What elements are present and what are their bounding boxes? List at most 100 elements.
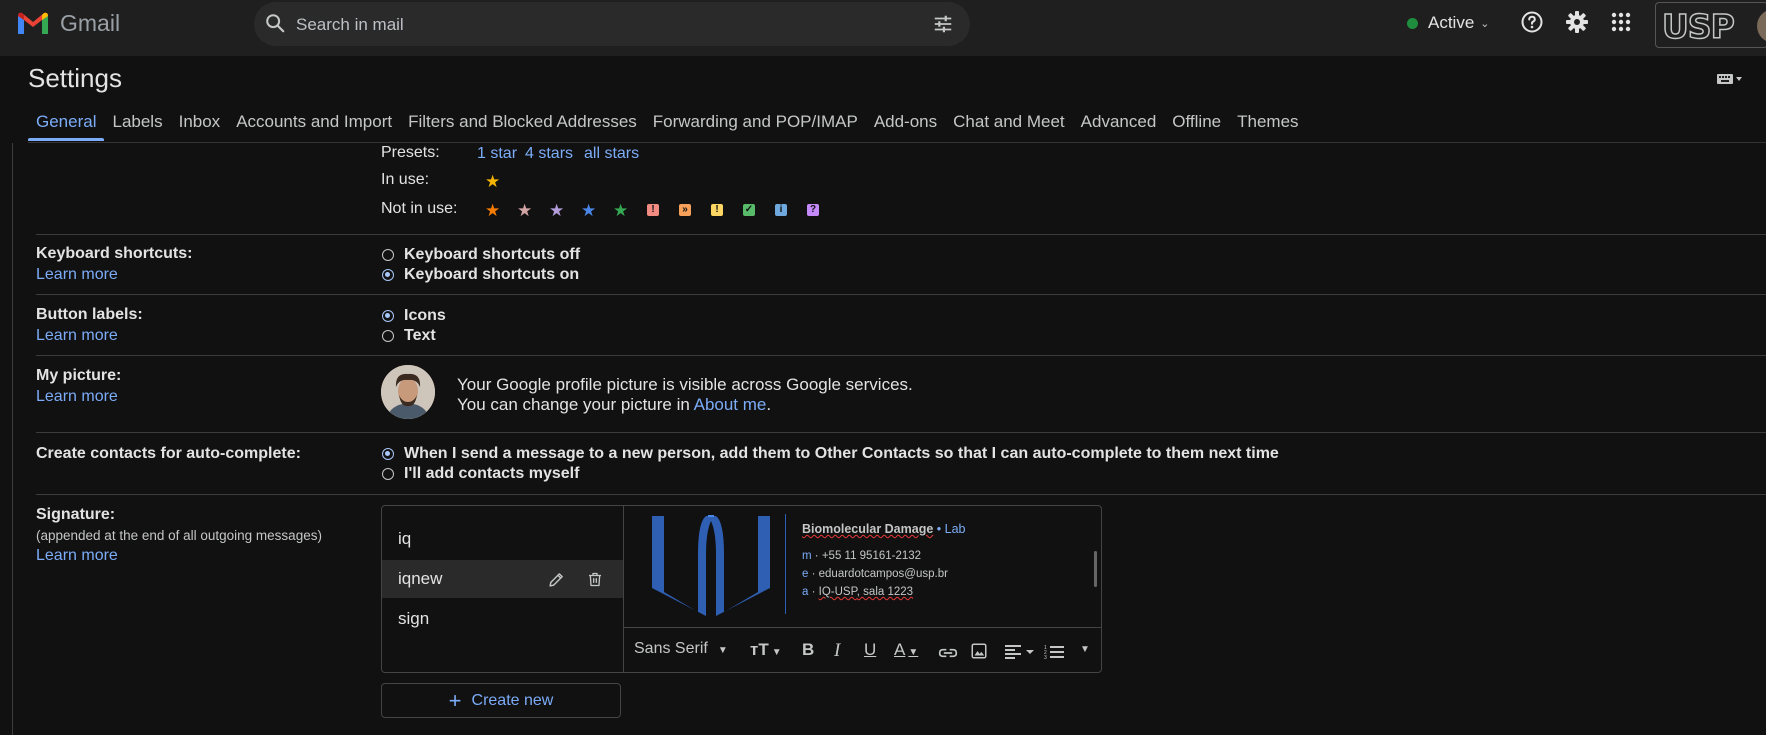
preset-1-star-link[interactable]: 1 star — [477, 145, 517, 163]
more-formatting-icon[interactable]: ▼ — [1080, 644, 1090, 664]
insert-image-icon[interactable] — [970, 641, 988, 661]
settings-gear-icon[interactable] — [1565, 10, 1589, 34]
text-radio[interactable] — [382, 330, 394, 342]
numbered-list-icon[interactable]: 123 — [1044, 642, 1064, 662]
keyboard-off-label: Keyboard shortcuts off — [404, 246, 581, 263]
font-size-icon[interactable]: тT ▼ — [750, 640, 782, 660]
signature-sep: · — [811, 550, 822, 562]
about-me-link[interactable]: About me — [694, 395, 767, 414]
button-labels-text-option[interactable]: Text — [382, 326, 436, 346]
auto-add-radio[interactable] — [382, 448, 394, 460]
editor-scrollbar[interactable] — [1094, 551, 1097, 587]
orange-guillemet-icon[interactable]: » — [679, 204, 691, 216]
yellow-star-icon[interactable]: ★ — [485, 173, 500, 190]
account-avatar[interactable] — [1757, 9, 1766, 43]
signature-learn-more-link[interactable]: Learn more — [36, 547, 118, 565]
profile-picture[interactable] — [381, 365, 435, 419]
chevron-down-icon: ▼ — [717, 645, 728, 656]
align-icon[interactable] — [1005, 642, 1035, 662]
button-labels-icons-option[interactable]: Icons — [382, 306, 446, 326]
tab-themes[interactable]: Themes — [1229, 111, 1306, 141]
row-divider — [36, 355, 1766, 356]
auto-add-contacts-option[interactable]: When I send a message to a new person, a… — [382, 444, 1279, 464]
in-use-label: In use: — [381, 171, 430, 188]
green-check-icon[interactable]: ✓ — [743, 204, 755, 216]
preset-all-stars-link[interactable]: all stars — [584, 145, 639, 163]
signature-address-part2: , sala 1223 — [856, 586, 914, 598]
search-icon[interactable] — [264, 12, 286, 34]
signature-item-iqnew[interactable]: iqnew — [382, 560, 623, 598]
icons-radio[interactable] — [382, 310, 394, 322]
tab-forwarding[interactable]: Forwarding and POP/IMAP — [645, 111, 866, 141]
font-family-select[interactable]: Sans Serif ▼ — [634, 640, 728, 660]
tab-inbox[interactable]: Inbox — [171, 111, 229, 141]
account-switcher[interactable]: USP — [1655, 2, 1766, 48]
orange-star-icon[interactable]: ★ — [485, 202, 500, 219]
manual-contacts-label: I'll add contacts myself — [404, 465, 580, 482]
search-bar[interactable] — [254, 2, 970, 48]
link-icon[interactable] — [938, 643, 958, 663]
tab-filters[interactable]: Filters and Blocked Addresses — [400, 111, 645, 141]
red-bang-icon[interactable]: ! — [647, 204, 659, 216]
signature-item-label: iq — [398, 529, 412, 548]
button-labels-learn-more-link[interactable]: Learn more — [36, 327, 118, 345]
yellow-bang-icon[interactable]: ! — [711, 204, 723, 216]
picture-info-suffix: . — [766, 395, 772, 414]
signature-item-iq[interactable]: iq — [382, 520, 623, 558]
tab-chat-and-meet[interactable]: Chat and Meet — [945, 111, 1073, 141]
bold-icon[interactable]: B — [802, 640, 814, 660]
create-new-label: Create new — [471, 691, 554, 709]
signature-editor[interactable]: Biomolecular Damage • Lab m · +55 11 951… — [624, 506, 1101, 672]
signature-email: eduardotcampos@usp.br — [818, 568, 948, 580]
gmail-logo[interactable]: Gmail — [18, 8, 120, 38]
page-title: Settings — [28, 63, 122, 93]
preset-4-stars-link[interactable]: 4 stars — [525, 145, 573, 163]
signature-title-main: Biomolecular Damage — [802, 522, 934, 536]
purple-question-icon[interactable]: ? — [807, 204, 819, 216]
search-options-icon[interactable] — [932, 13, 954, 35]
create-contacts-label: Create contacts for auto-complete: — [36, 445, 301, 462]
keyboard-off-option[interactable]: Keyboard shortcuts off — [382, 245, 580, 265]
chevron-down-icon: ⌄ — [1480, 17, 1490, 30]
apps-grid-icon[interactable] — [1609, 10, 1633, 34]
picture-learn-more-link[interactable]: Learn more — [36, 388, 118, 406]
tab-labels[interactable]: Labels — [104, 111, 170, 141]
tab-add-ons[interactable]: Add-ons — [866, 111, 945, 141]
font-family-value: Sans Serif — [634, 640, 708, 657]
create-new-signature-button[interactable]: + Create new — [381, 683, 621, 718]
row-divider — [36, 432, 1766, 433]
italic-icon[interactable]: I — [834, 640, 840, 661]
picture-info-line2: You can change your picture in About me. — [457, 395, 771, 415]
delete-trash-icon[interactable] — [587, 571, 603, 588]
edit-pencil-icon[interactable] — [548, 571, 565, 588]
underline-icon[interactable]: U — [864, 640, 876, 660]
signature-phone-line: m · +55 11 95161-2132 — [802, 550, 921, 562]
search-input[interactable] — [294, 2, 898, 48]
keyboard-learn-more-link[interactable]: Learn more — [36, 266, 118, 284]
keyboard-on-radio[interactable] — [382, 269, 394, 281]
green-star-icon[interactable]: ★ — [613, 202, 628, 219]
row-divider — [36, 494, 1766, 495]
tab-general[interactable]: General — [28, 111, 105, 141]
signature-editor-box: iq iqnew sign Biomolecular Damage • Lab … — [381, 505, 1102, 673]
purple-star-icon[interactable]: ★ — [549, 202, 564, 219]
blue-star-icon[interactable]: ★ — [581, 202, 596, 219]
red-star-icon[interactable]: ★ — [517, 202, 532, 219]
signature-item-sign[interactable]: sign — [382, 600, 623, 638]
signature-item-label: sign — [398, 609, 430, 628]
keyboard-on-label: Keyboard shortcuts on — [404, 266, 580, 283]
signature-divider — [785, 514, 786, 614]
manual-contacts-option[interactable]: I'll add contacts myself — [382, 464, 579, 484]
blue-info-icon[interactable]: i — [775, 204, 787, 216]
keyboard-off-radio[interactable] — [382, 249, 394, 261]
tab-advanced[interactable]: Advanced — [1073, 111, 1165, 141]
keyboard-on-option[interactable]: Keyboard shortcuts on — [382, 265, 579, 285]
input-tools-icon[interactable] — [1717, 72, 1743, 86]
tab-offline[interactable]: Offline — [1164, 111, 1229, 141]
status-indicator[interactable]: Active ⌄ — [1393, 4, 1499, 42]
help-icon[interactable] — [1520, 10, 1544, 34]
manual-contacts-radio[interactable] — [382, 468, 394, 480]
tab-accounts-and-import[interactable]: Accounts and Import — [228, 111, 400, 141]
text-color-icon[interactable]: A ▼ — [894, 640, 918, 660]
status-dot-icon — [1407, 17, 1418, 29]
